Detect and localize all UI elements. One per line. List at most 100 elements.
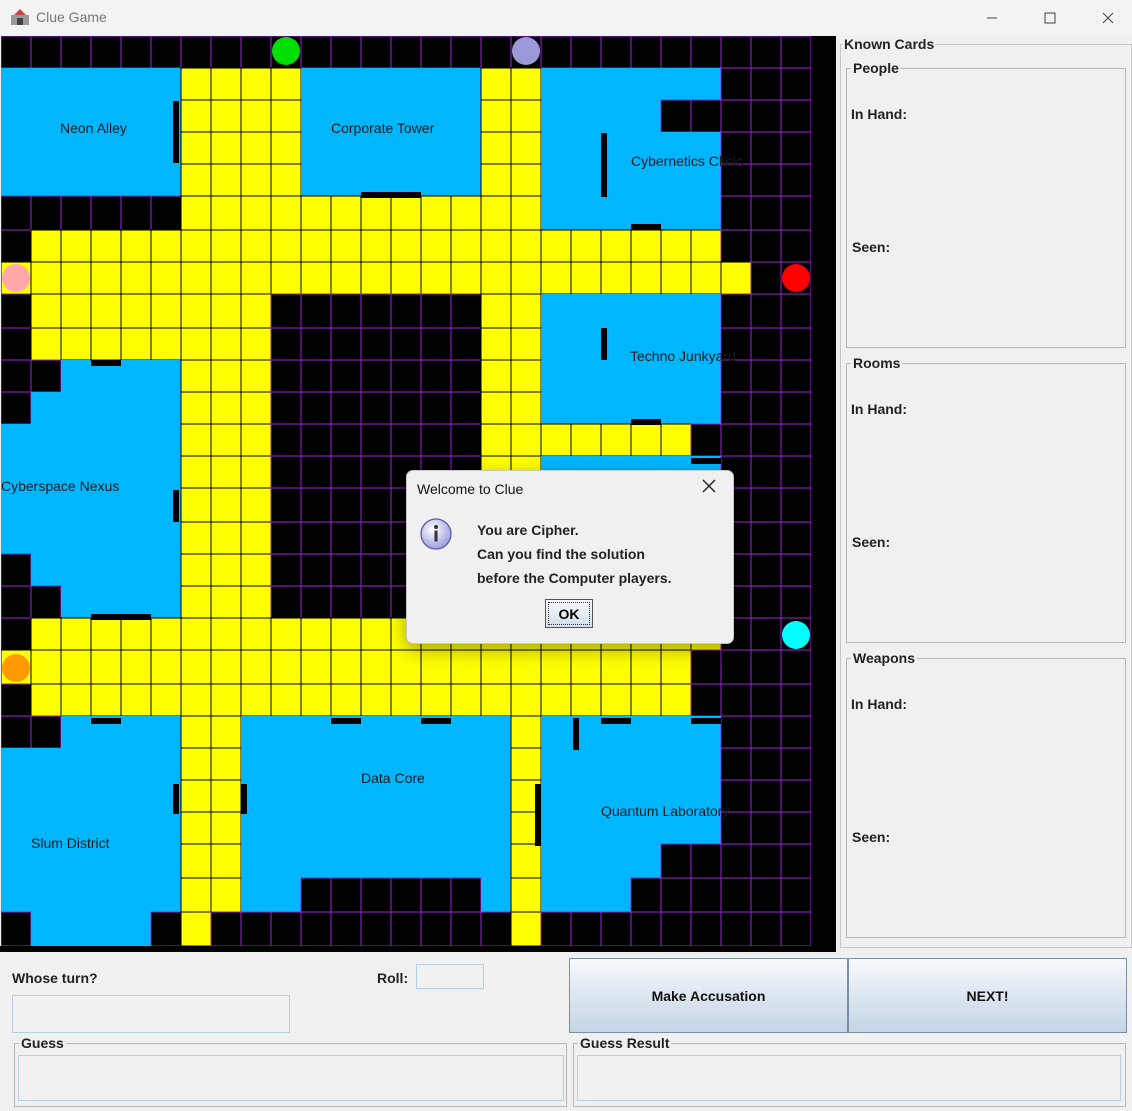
walkway-cell[interactable] — [120, 327, 152, 361]
walkway-cell[interactable] — [660, 261, 692, 295]
walkway-cell[interactable] — [660, 229, 692, 263]
walkway-cell[interactable] — [390, 683, 422, 717]
walkway-cell[interactable] — [270, 229, 302, 263]
walkway-cell[interactable] — [210, 261, 242, 295]
walkway-cell[interactable] — [120, 293, 152, 329]
walkway-cell[interactable] — [180, 327, 212, 361]
walkway-cell[interactable] — [330, 229, 362, 263]
walkway-cell[interactable] — [360, 617, 392, 651]
walkway-cell[interactable] — [60, 293, 92, 329]
walkway-cell[interactable] — [360, 683, 392, 717]
walkway-cell[interactable] — [630, 423, 662, 457]
walkway-cell[interactable] — [510, 649, 542, 685]
walkway-cell[interactable] — [90, 683, 122, 717]
walkway-cell[interactable] — [210, 585, 242, 619]
walkway-cell[interactable] — [60, 327, 92, 361]
walkway-cell[interactable] — [510, 131, 542, 165]
walkway-cell[interactable] — [360, 261, 392, 295]
walkway-cell[interactable] — [180, 131, 212, 165]
walkway-cell[interactable] — [180, 553, 212, 587]
walkway-cell[interactable] — [600, 683, 632, 717]
walkway-cell[interactable] — [210, 747, 242, 781]
walkway-cell[interactable] — [420, 195, 452, 231]
walkway-cell[interactable] — [690, 229, 722, 263]
walkway-cell[interactable] — [480, 683, 512, 717]
walkway-cell[interactable] — [480, 163, 512, 197]
walkway-cell[interactable] — [210, 67, 242, 101]
walkway-cell[interactable] — [300, 195, 332, 231]
walkway-cell[interactable] — [600, 423, 632, 457]
walkway-cell[interactable] — [240, 261, 272, 295]
walkway-cell[interactable] — [300, 617, 332, 651]
walkway-cell[interactable] — [90, 261, 122, 295]
walkway-cell[interactable] — [240, 487, 272, 523]
walkway-cell[interactable] — [240, 683, 272, 717]
walkway-cell[interactable] — [210, 163, 242, 197]
walkway-cell[interactable] — [90, 293, 122, 329]
walkway-cell[interactable] — [690, 261, 722, 295]
walkway-cell[interactable] — [180, 229, 212, 263]
walkway-cell[interactable] — [270, 617, 302, 651]
walkway-cell[interactable] — [180, 715, 212, 749]
walkway-cell[interactable] — [330, 195, 362, 231]
walkway-cell[interactable] — [360, 649, 392, 685]
walkway-cell[interactable] — [240, 67, 272, 101]
walkway-cell[interactable] — [210, 715, 242, 749]
walkway-cell[interactable] — [180, 911, 212, 946]
walkway-cell[interactable] — [30, 649, 62, 685]
walkway-cell[interactable] — [180, 683, 212, 717]
walkway-cell[interactable] — [630, 683, 662, 717]
walkway-cell[interactable] — [510, 261, 542, 295]
walkway-cell[interactable] — [360, 195, 392, 231]
walkway-cell[interactable] — [510, 195, 542, 231]
walkway-cell[interactable] — [600, 649, 632, 685]
walkway-cell[interactable] — [600, 229, 632, 263]
walkway-cell[interactable] — [180, 261, 212, 295]
walkway-cell[interactable] — [240, 455, 272, 489]
walkway-cell[interactable] — [60, 683, 92, 717]
walkway-cell[interactable] — [510, 359, 542, 393]
walkway-cell[interactable] — [150, 229, 182, 263]
walkway-cell[interactable] — [570, 683, 602, 717]
walkway-cell[interactable] — [210, 99, 242, 133]
walkway-cell[interactable] — [210, 195, 242, 231]
walkway-cell[interactable] — [180, 67, 212, 101]
walkway-cell[interactable] — [180, 455, 212, 489]
walkway-cell[interactable] — [180, 99, 212, 133]
walkway-cell[interactable] — [450, 649, 482, 685]
walkway-cell[interactable] — [120, 261, 152, 295]
walkway-cell[interactable] — [270, 131, 302, 165]
walkway-cell[interactable] — [540, 229, 572, 263]
walkway-cell[interactable] — [240, 195, 272, 231]
walkway-cell[interactable] — [420, 229, 452, 263]
walkway-cell[interactable] — [180, 843, 212, 879]
walkway-cell[interactable] — [390, 261, 422, 295]
walkway-cell[interactable] — [30, 683, 62, 717]
walkway-cell[interactable] — [600, 261, 632, 295]
walkway-cell[interactable] — [30, 617, 62, 651]
walkway-cell[interactable] — [180, 747, 212, 781]
walkway-cell[interactable] — [270, 99, 302, 133]
walkway-cell[interactable] — [510, 391, 542, 425]
walkway-cell[interactable] — [60, 261, 92, 295]
walkway-cell[interactable] — [420, 261, 452, 295]
walkway-cell[interactable] — [240, 359, 272, 393]
walkway-cell[interactable] — [510, 99, 542, 133]
walkway-cell[interactable] — [180, 391, 212, 425]
walkway-cell[interactable] — [570, 261, 602, 295]
walkway-cell[interactable] — [180, 195, 212, 231]
walkway-cell[interactable] — [240, 163, 272, 197]
walkway-cell[interactable] — [210, 359, 242, 393]
walkway-cell[interactable] — [180, 779, 212, 813]
walkway-cell[interactable] — [660, 649, 692, 685]
walkway-cell[interactable] — [30, 261, 62, 295]
walkway-cell[interactable] — [450, 261, 482, 295]
walkway-cell[interactable] — [330, 649, 362, 685]
walkway-cell[interactable] — [240, 229, 272, 263]
walkway-cell[interactable] — [630, 229, 662, 263]
walkway-cell[interactable] — [360, 229, 392, 263]
walkway-cell[interactable] — [330, 261, 362, 295]
walkway-cell[interactable] — [570, 423, 602, 457]
walkway-cell[interactable] — [210, 521, 242, 555]
dialog-close-icon[interactable] — [702, 477, 716, 498]
